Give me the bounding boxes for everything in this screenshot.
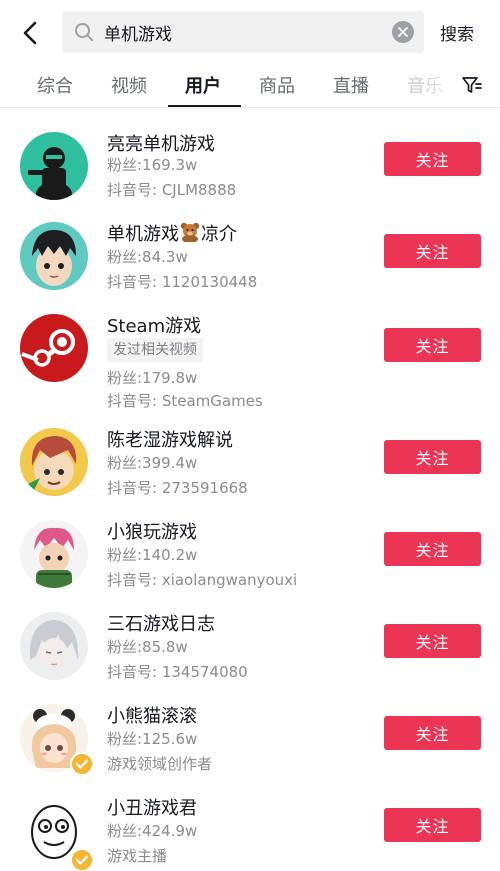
user-name: 小丑游戏君 [107, 798, 197, 819]
result-tabs: 综合 视频 用户 商品 直播 音乐 [0, 62, 500, 108]
follower-count: 粉丝:169.3w [107, 156, 198, 174]
avatar[interactable] [20, 520, 88, 588]
follow-button[interactable]: 关注 [384, 624, 481, 658]
user-row[interactable]: 小熊猫滚滚 粉丝:125.6w 游戏领域创作者 关注 [0, 684, 500, 776]
user-row[interactable]: 亮亮单机游戏 粉丝:169.3w 抖音号: CJLM8888 关注 [0, 110, 500, 202]
user-name: 小狼玩游戏 [107, 522, 197, 543]
clear-icon[interactable] [392, 21, 414, 43]
avatar[interactable] [20, 132, 88, 200]
user-id: 抖音号: CJLM8888 [107, 181, 237, 199]
user-row[interactable]: 单机游戏 凉介 粉丝:84.3w 抖音号: 1120130448 关注 [0, 202, 500, 294]
search-input[interactable]: 单机游戏 [62, 11, 424, 53]
filter-button[interactable] [460, 74, 484, 96]
user-row[interactable]: 小狼玩游戏 粉丝:140.2w 抖音号: xiaolangwanyouxi 关注 [0, 500, 500, 592]
follower-count: 粉丝:84.3w [107, 248, 188, 266]
creator-label: 游戏领域创作者 [107, 755, 213, 773]
active-tab-indicator [168, 105, 241, 107]
follower-count: 粉丝:179.8w [107, 369, 198, 387]
filter-icon [462, 77, 482, 93]
verified-check-icon [70, 848, 94, 871]
related-video-tag: 发过相关视频 [107, 338, 203, 362]
avatar[interactable] [20, 314, 88, 382]
search-query-text: 单机游戏 [104, 24, 172, 45]
user-id: 抖音号: 134574080 [107, 663, 248, 681]
user-id: 抖音号: 1120130448 [107, 273, 258, 291]
follower-count: 粉丝:399.4w [107, 454, 198, 472]
tab-live[interactable]: 直播 [333, 72, 369, 98]
avatar[interactable] [20, 222, 88, 290]
teddy-bear-icon [180, 222, 200, 242]
chevron-left-icon [23, 21, 37, 45]
tab-users[interactable]: 用户 [185, 72, 221, 98]
user-row[interactable]: 三石游戏日志 粉丝:85.8w 抖音号: 134574080 关注 [0, 592, 500, 684]
follow-button[interactable]: 关注 [384, 142, 481, 176]
search-button[interactable]: 搜索 [440, 20, 474, 45]
avatar[interactable] [20, 428, 88, 496]
streamer-label: 游戏主播 [107, 847, 168, 865]
tab-comprehensive[interactable]: 综合 [37, 72, 73, 98]
user-name: 单机游戏 凉介 [107, 222, 237, 245]
verified-check-icon [70, 752, 94, 776]
follower-count: 粉丝:140.2w [107, 546, 198, 564]
user-id: 抖音号: xiaolangwanyouxi [107, 571, 298, 589]
user-row[interactable]: Steam游戏 发过相关视频 粉丝:179.8w 抖音号: SteamGames… [0, 294, 500, 410]
avatar[interactable] [20, 612, 88, 680]
follow-button[interactable]: 关注 [384, 716, 481, 750]
user-row[interactable]: 陈老湿游戏解说 粉丝:399.4w 抖音号: 273591668 关注 [0, 408, 500, 500]
follow-button[interactable]: 关注 [384, 808, 481, 842]
search-icon [74, 22, 94, 42]
user-name: Steam游戏 [107, 316, 202, 337]
user-name: 三石游戏日志 [107, 614, 215, 635]
follow-button[interactable]: 关注 [384, 328, 481, 362]
user-name: 亮亮单机游戏 [107, 134, 215, 155]
tab-music[interactable]: 音乐 [407, 72, 443, 98]
back-button[interactable] [14, 16, 48, 50]
follower-count: 粉丝:125.6w [107, 730, 198, 748]
follower-count: 粉丝:424.9w [107, 822, 198, 840]
follow-button[interactable]: 关注 [384, 234, 481, 268]
follower-count: 粉丝:85.8w [107, 638, 188, 656]
user-name: 小熊猫滚滚 [107, 706, 197, 727]
follow-button[interactable]: 关注 [384, 440, 481, 474]
follow-button[interactable]: 关注 [384, 532, 481, 566]
user-id: 抖音号: 273591668 [107, 479, 248, 497]
search-header: 单机游戏 搜索 [0, 0, 500, 62]
tab-products[interactable]: 商品 [259, 72, 295, 98]
user-row[interactable]: 小丑游戏君 粉丝:424.9w 游戏主播 关注 [0, 776, 500, 871]
tab-videos[interactable]: 视频 [111, 72, 147, 98]
user-name: 陈老湿游戏解说 [107, 430, 233, 451]
